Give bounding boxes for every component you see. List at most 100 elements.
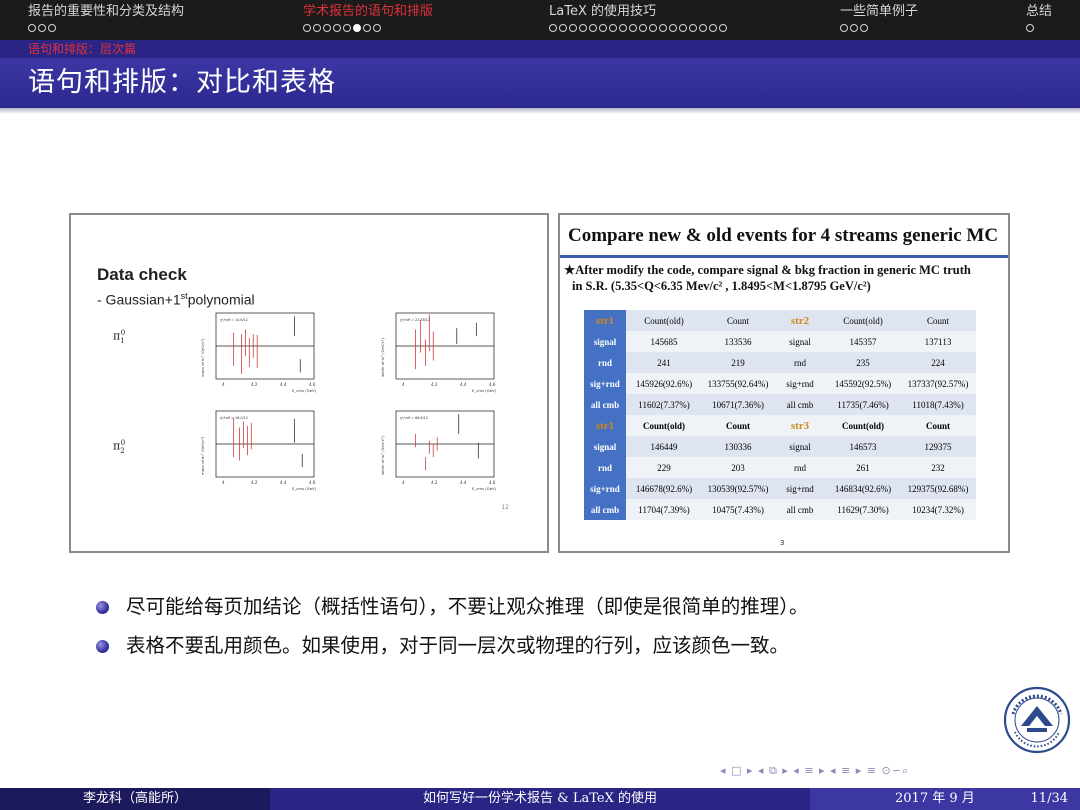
row-label-cell: rnd xyxy=(584,457,626,478)
nav-dot[interactable] xyxy=(38,24,46,32)
nav-dot[interactable] xyxy=(1026,24,1034,32)
nav-section-2[interactable]: 学术报告的语句和排版 xyxy=(303,3,433,32)
pi1-label: π10 xyxy=(113,329,125,345)
table-cell: Count xyxy=(900,415,976,436)
frame-title: 语句和排版：对比和表格 xyxy=(28,67,336,98)
table-cell: 11629(7.30%) xyxy=(826,499,900,520)
row-label-cell: signal xyxy=(774,436,826,457)
footer-title: 如何写好一份学术报告 & LaTeX 的使用 xyxy=(270,788,810,810)
nav-dot[interactable] xyxy=(363,24,371,32)
table-cell: 11735(7.46%) xyxy=(826,394,900,415)
nav-section-dots[interactable] xyxy=(28,24,184,32)
nav-dot[interactable] xyxy=(840,24,848,32)
pi-sub: 1 xyxy=(120,336,125,345)
nav-dot[interactable] xyxy=(353,24,361,32)
nav-dot[interactable] xyxy=(669,24,677,32)
plot-xtick: 4 xyxy=(222,382,225,387)
subsection-title[interactable]: 语句和排版：层次篇 xyxy=(28,41,136,57)
nav-dot[interactable] xyxy=(313,24,321,32)
nav-dot[interactable] xyxy=(28,24,36,32)
nav-dot[interactable] xyxy=(303,24,311,32)
nav-section-dots[interactable] xyxy=(840,24,918,32)
table-row: rnd 241 219 rnd 235 224 xyxy=(584,352,976,373)
table-cell: 235 xyxy=(826,352,900,373)
nav-section-4[interactable]: 一些简单例子 xyxy=(840,3,918,32)
footer: 李龙科（高能所） 如何写好一份学术报告 & LaTeX 的使用 2017 年 9… xyxy=(0,788,1080,810)
nav-section-dots[interactable] xyxy=(549,24,727,32)
plot-xtick: 4.6 xyxy=(489,382,496,387)
nav-section-1[interactable]: 报告的重要性和分类及结构 xyxy=(28,3,184,32)
nav-dot[interactable] xyxy=(850,24,858,32)
nav-dot[interactable] xyxy=(48,24,56,32)
embedded-page-number: 12 xyxy=(501,504,509,511)
plot-xtick: 4.4 xyxy=(280,480,287,485)
nav-dot[interactable] xyxy=(559,24,567,32)
beamer-navigation-controls[interactable]: ◂ □ ▸ ◂ ⧉ ▸ ◂ ≡ ▸ ◂ ≡ ▸ ≡ ⊙∽⌕ xyxy=(720,764,909,778)
table-cell: 130539(92.57%) xyxy=(702,478,774,499)
nav-dot[interactable] xyxy=(649,24,657,32)
nav-dot[interactable] xyxy=(679,24,687,32)
nav-dot[interactable] xyxy=(629,24,637,32)
pi2-label: π20 xyxy=(113,439,125,455)
row-label-cell: signal xyxy=(584,436,626,457)
comparison-title: Compare new & old events for 4 streams g… xyxy=(568,225,999,246)
table-cell: 241 xyxy=(626,352,702,373)
subtitle-sup: st xyxy=(180,291,188,301)
table-cell: 10475(7.43%) xyxy=(702,499,774,520)
note-line-2: in S.R. (5.35<Q<6.35 Mev/c² , 1.8495<M<1… xyxy=(572,279,871,293)
nav-section-5[interactable]: 总结 xyxy=(1026,3,1052,32)
nav-dot[interactable] xyxy=(333,24,341,32)
nav-dot[interactable] xyxy=(569,24,577,32)
plot-xtick: 4.4 xyxy=(280,382,287,387)
nav-section-label: 总结 xyxy=(1026,4,1053,19)
title-rule xyxy=(560,255,1008,258)
table-cell: 133755(92.64%) xyxy=(702,373,774,394)
comparison-note: ★After modify the code, compare signal &… xyxy=(564,262,1004,294)
table-cell: 145357 xyxy=(826,331,900,352)
table-cell: 11704(7.39%) xyxy=(626,499,702,520)
nav-section-3[interactable]: LaTeX 的使用技巧 xyxy=(549,3,727,32)
nav-dot[interactable] xyxy=(549,24,557,32)
table-row: signal 146449 130336 signal 146573 129375 xyxy=(584,436,976,457)
table-cell: Count xyxy=(702,415,774,436)
data-check-subtitle: - Gaussian+1stpolynomial xyxy=(97,291,255,308)
nav-dot[interactable] xyxy=(689,24,697,32)
table-cell: 224 xyxy=(900,352,976,373)
comparison-table: str1 Count(old) Count str2 Count(old) Count si… xyxy=(584,310,976,520)
table-cell: 137113 xyxy=(900,331,976,352)
table-cell: 130336 xyxy=(702,436,774,457)
nav-dot[interactable] xyxy=(579,24,587,32)
table-cell: 133536 xyxy=(702,331,774,352)
table-cell: 229 xyxy=(626,457,702,478)
nav-dot[interactable] xyxy=(860,24,868,32)
nav-dot[interactable] xyxy=(719,24,727,32)
nav-section-dots[interactable] xyxy=(303,24,433,32)
fit-chi2-label: χ²/ndf = 66.8/12 xyxy=(400,416,428,420)
nav-dot[interactable] xyxy=(599,24,607,32)
table-cell: Count xyxy=(900,310,976,331)
nav-section-label: 学术报告的语句和排版 xyxy=(303,4,434,19)
nav-dot[interactable] xyxy=(699,24,707,32)
nav-dot[interactable] xyxy=(619,24,627,32)
nav-dot[interactable] xyxy=(639,24,647,32)
nav-dot[interactable] xyxy=(589,24,597,32)
nav-dot[interactable] xyxy=(343,24,351,32)
table-cell: 145926(92.6%) xyxy=(626,373,702,394)
plot-ylabel: mass of π₁⁰ (GeV/c²) xyxy=(200,338,205,377)
nav-dot[interactable] xyxy=(373,24,381,32)
nav-section-dots[interactable] xyxy=(1026,24,1052,32)
table-cell: 219 xyxy=(702,352,774,373)
row-label-cell: rnd xyxy=(774,457,826,478)
nav-dot[interactable] xyxy=(609,24,617,32)
row-label-cell: all cmb xyxy=(774,499,826,520)
table-cell: 261 xyxy=(826,457,900,478)
plot-xtick: 4.6 xyxy=(489,480,496,485)
nav-dot[interactable] xyxy=(659,24,667,32)
nav-dot[interactable] xyxy=(323,24,331,32)
row-label-cell: sig+rnd xyxy=(584,373,626,394)
footer-author: 李龙科（高能所） xyxy=(0,788,270,810)
table-cell: 146449 xyxy=(626,436,702,457)
pi-sub: 2 xyxy=(120,446,125,455)
plot-xtick: 4.6 xyxy=(309,480,316,485)
nav-dot[interactable] xyxy=(709,24,717,32)
